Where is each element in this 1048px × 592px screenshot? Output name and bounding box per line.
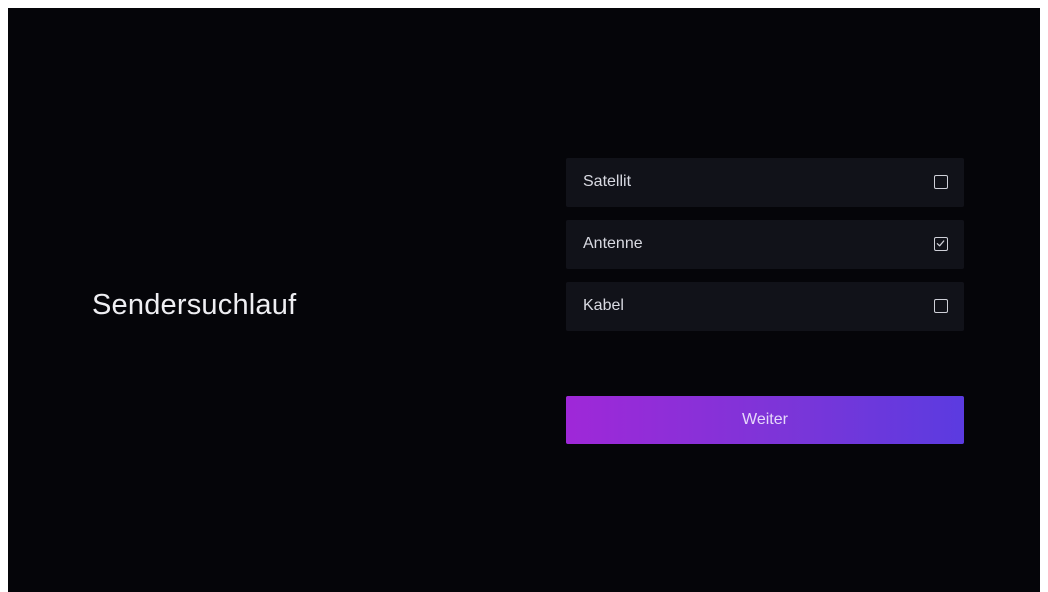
checkbox-checked-icon[interactable] — [934, 237, 948, 251]
option-label: Kabel — [583, 297, 624, 314]
checkbox-empty-icon[interactable] — [934, 299, 948, 313]
checkbox-empty-icon[interactable] — [934, 175, 948, 189]
option-satellit[interactable]: Satellit — [566, 158, 964, 207]
option-antenne[interactable]: Antenne — [566, 220, 964, 269]
page-title: Sendersuchlauf — [92, 289, 297, 321]
option-label: Antenne — [583, 235, 643, 252]
next-button-label: Weiter — [742, 411, 788, 428]
tv-setup-screen: Sendersuchlauf Satellit Antenne Kabel We… — [8, 8, 1040, 592]
option-label: Satellit — [583, 173, 632, 190]
channel-search-options: Satellit Antenne Kabel — [566, 158, 964, 344]
next-button[interactable]: Weiter — [566, 396, 964, 444]
option-kabel[interactable]: Kabel — [566, 282, 964, 331]
